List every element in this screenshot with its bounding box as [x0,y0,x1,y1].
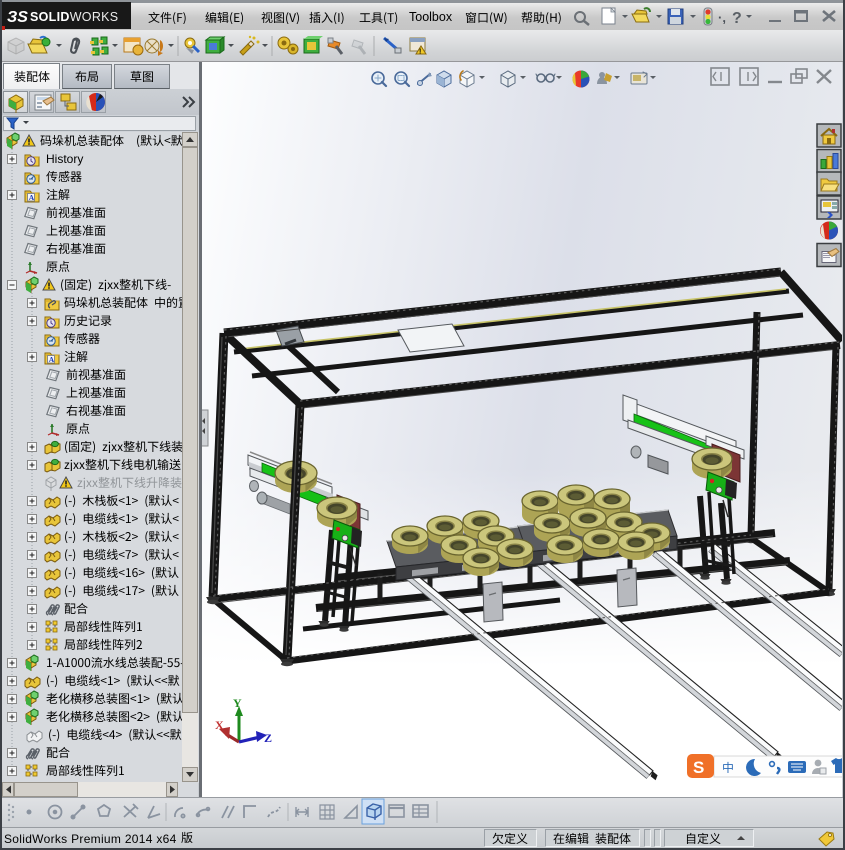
svg-text:SOLIDWORKS: SOLIDWORKS [30,10,118,24]
svg-text:!: ! [419,49,421,56]
svg-text:?: ? [732,10,742,27]
svg-text:ЗS: ЗS [7,9,28,26]
svg-text:S: S [693,758,704,777]
svg-text:Z: Z [264,731,272,745]
svg-text:·,: ·, [718,10,726,25]
svg-text:Y: Y [233,696,242,710]
svg-text:X: X [215,718,224,732]
